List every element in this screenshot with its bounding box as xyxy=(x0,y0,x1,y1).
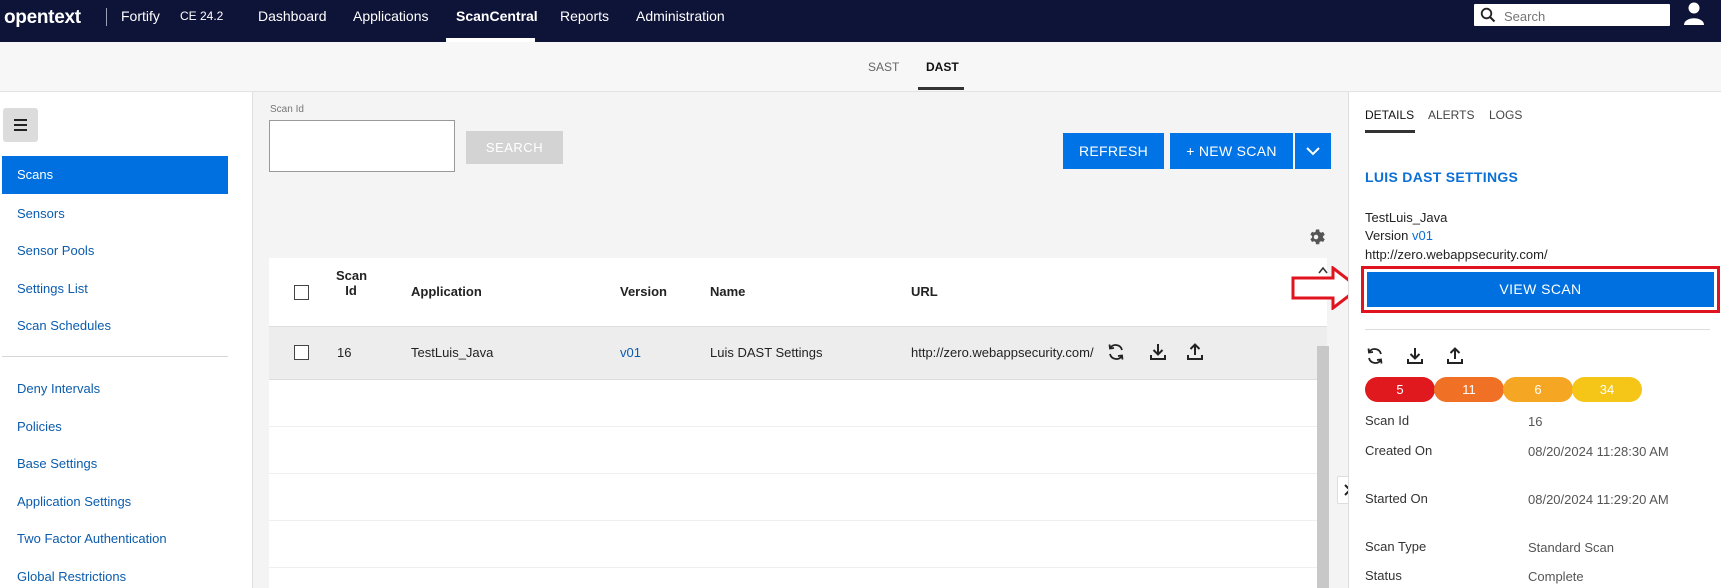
tab-logs[interactable]: LOGS xyxy=(1489,108,1522,122)
sidebar-item-scans[interactable]: Scans xyxy=(2,156,228,194)
version-label: Version xyxy=(1365,228,1409,243)
nav-scancentral[interactable]: ScanCentral xyxy=(456,8,538,24)
global-search[interactable] xyxy=(1474,4,1670,26)
sidebar-divider xyxy=(2,356,228,357)
prop-label-scan-id: Scan Id xyxy=(1365,413,1410,428)
sidebar-item-policies[interactable]: Policies xyxy=(17,419,62,434)
prop-label-scan-type: Scan Type xyxy=(1365,539,1427,554)
col-url[interactable]: URL xyxy=(911,284,938,299)
details-url: http://zero.webappsecurity.com/ xyxy=(1365,247,1548,262)
prop-value-status: Complete xyxy=(1528,569,1584,584)
view-scan-button[interactable]: VIEW SCAN xyxy=(1367,272,1714,307)
select-all-checkbox[interactable] xyxy=(294,285,309,300)
prop-label-started-on: Started On xyxy=(1365,491,1428,506)
tab-alerts[interactable]: ALERTS xyxy=(1428,108,1474,122)
tab-sast[interactable]: SAST xyxy=(868,60,899,74)
prop-value-created-on: 08/20/2024 11:28:30 AM xyxy=(1528,444,1669,459)
new-scan-dropdown[interactable] xyxy=(1295,133,1331,169)
refresh-button[interactable]: REFRESH xyxy=(1063,133,1164,169)
sidebar-item-application-settings[interactable]: Application Settings xyxy=(17,494,131,509)
product-version: CE 24.2 xyxy=(180,9,224,23)
nav-applications[interactable]: Applications xyxy=(353,8,429,24)
nav-reports[interactable]: Reports xyxy=(560,8,609,24)
gear-icon[interactable] xyxy=(1307,228,1325,246)
prop-value-scan-id: 16 xyxy=(1528,414,1543,429)
prop-label-created-on: Created On xyxy=(1365,443,1433,458)
upload-icon[interactable] xyxy=(1185,342,1205,362)
details-title: LUIS DAST SETTINGS xyxy=(1365,169,1519,185)
highlight-box: VIEW SCAN xyxy=(1361,266,1720,313)
scans-table: Scan Id Application Version Name URL 16 … xyxy=(269,258,1327,588)
new-scan-button[interactable]: + NEW SCAN xyxy=(1170,133,1293,169)
hamburger-menu-icon[interactable] xyxy=(3,108,38,142)
table-row-divider xyxy=(269,567,1327,568)
col-name[interactable]: Name xyxy=(710,284,745,299)
refresh-icon[interactable] xyxy=(1106,342,1126,362)
tab-dast[interactable]: DAST xyxy=(926,60,959,74)
nav-dashboard[interactable]: Dashboard xyxy=(258,8,327,24)
sidebar-item-deny-intervals[interactable]: Deny Intervals xyxy=(17,381,100,396)
col-scan-id-line2: Id xyxy=(345,283,357,298)
cell-version-link[interactable]: v01 xyxy=(620,345,641,360)
details-version: Version v01 xyxy=(1365,228,1433,243)
sidebar-item-sensor-pools[interactable]: Sensor Pools xyxy=(17,243,94,258)
active-tab-indicator xyxy=(918,87,964,90)
table-header: Scan Id Application Version Name URL xyxy=(269,258,1327,327)
cell-url: http://zero.webappsecurity.com/ xyxy=(911,345,1094,360)
sidebar-item-base-settings[interactable]: Base Settings xyxy=(17,456,97,471)
high-count-badge[interactable]: 11 xyxy=(1434,377,1504,402)
scan-id-filter-input[interactable] xyxy=(269,120,455,172)
cell-application: TestLuis_Java xyxy=(411,345,494,360)
search-icon xyxy=(1480,7,1496,23)
active-tab-indicator xyxy=(1365,130,1415,133)
chevron-down-icon xyxy=(1306,147,1320,156)
sidebar-item-label: Scans xyxy=(17,167,54,182)
cell-name: Luis DAST Settings xyxy=(710,345,823,360)
sidebar-item-sensors[interactable]: Sensors xyxy=(17,206,65,221)
medium-count-badge[interactable]: 6 xyxy=(1503,377,1573,402)
scans-main-content: Scan Id SEARCH REFRESH + NEW SCAN Scan I… xyxy=(253,92,1347,588)
details-divider xyxy=(1365,329,1710,330)
table-row-divider xyxy=(269,473,1327,474)
table-row[interactable]: 16 TestLuis_Java v01 Luis DAST Settings … xyxy=(269,327,1327,380)
critical-count-badge[interactable]: 5 xyxy=(1365,377,1435,402)
col-application[interactable]: Application xyxy=(411,284,482,299)
sidebar-item-settings-list[interactable]: Settings List xyxy=(17,281,88,296)
download-icon[interactable] xyxy=(1405,346,1425,366)
table-row-divider xyxy=(269,426,1327,427)
col-scan-id[interactable]: Scan Id xyxy=(336,268,368,298)
brand-separator xyxy=(106,8,107,26)
left-sidebar: Scans Sensors Sensor Pools Settings List… xyxy=(0,92,253,588)
col-scan-id-line1: Scan xyxy=(336,268,368,283)
download-icon[interactable] xyxy=(1148,342,1168,362)
scan-id-filter-label: Scan Id xyxy=(270,104,304,115)
prop-label-status: Status xyxy=(1365,568,1402,583)
col-version[interactable]: Version xyxy=(620,284,667,299)
sidebar-item-scan-schedules[interactable]: Scan Schedules xyxy=(17,318,111,333)
row-checkbox[interactable] xyxy=(294,345,309,360)
search-input[interactable] xyxy=(1502,6,1666,26)
version-link[interactable]: v01 xyxy=(1412,228,1433,243)
user-icon[interactable] xyxy=(1683,1,1705,25)
cell-scan-id: 16 xyxy=(337,345,352,360)
search-button[interactable]: SEARCH xyxy=(466,131,563,164)
low-count-badge[interactable]: 34 xyxy=(1572,377,1642,402)
brand-logo[interactable]: opentext xyxy=(4,7,81,29)
details-application: TestLuis_Java xyxy=(1365,210,1448,225)
prop-value-started-on: 08/20/2024 11:29:20 AM xyxy=(1528,492,1669,507)
prop-value-scan-type: Standard Scan xyxy=(1528,540,1615,555)
top-navigation-bar: opentext Fortify CE 24.2 Dashboard Appli… xyxy=(0,0,1721,42)
nav-administration[interactable]: Administration xyxy=(636,8,725,24)
sub-tabs: SAST DAST xyxy=(0,42,1721,92)
scan-details-panel: DETAILS ALERTS LOGS LUIS DAST SETTINGS T… xyxy=(1348,92,1721,588)
sidebar-item-global-restrictions[interactable]: Global Restrictions xyxy=(17,569,126,584)
tab-details[interactable]: DETAILS xyxy=(1365,108,1414,122)
upload-icon[interactable] xyxy=(1445,346,1465,366)
table-scrollbar[interactable] xyxy=(1317,346,1329,588)
table-row-divider xyxy=(269,520,1327,521)
sidebar-item-two-factor-authentication[interactable]: Two Factor Authentication xyxy=(17,531,167,546)
refresh-icon[interactable] xyxy=(1365,346,1385,366)
product-name: Fortify xyxy=(121,8,160,24)
